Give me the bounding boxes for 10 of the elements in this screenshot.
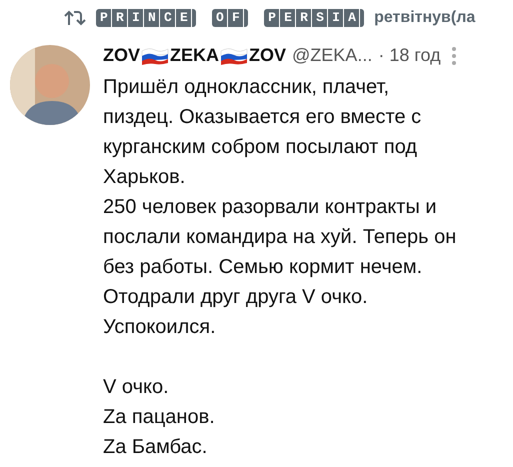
tweet-text: V очко. Za пацанов. Za Бамбас. (103, 375, 216, 460)
flag-icon (141, 46, 170, 64)
author-handle: @ZEKA... (292, 45, 372, 66)
flag-icon (220, 46, 248, 64)
tweet-time: · 18 год (378, 45, 441, 66)
tweet-text: Пришёл одноклассник, плачет, пиздец. Оказывается его вместе с курганским собром посылают под Харьков. 250 человек разорвали контракты и послали командира на хуй. Теперь он без работы. Семью кормит нечем. Отодрали друг друга V очко. Успокоился. (103, 75, 458, 340)
retweet-label: ретвітнув(ла (374, 9, 476, 27)
author-name[interactable]: ZOV ZEKA ZOV (103, 45, 286, 66)
more-options-icon[interactable] (450, 46, 457, 66)
retweet-icon (64, 9, 86, 27)
